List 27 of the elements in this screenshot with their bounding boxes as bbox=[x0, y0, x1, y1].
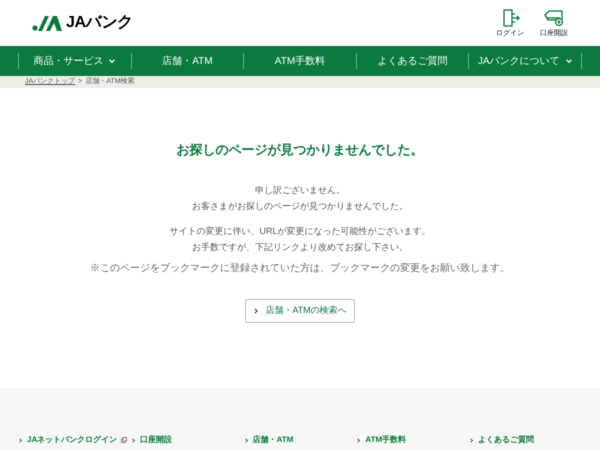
footer-link[interactable]: 口座開設 bbox=[130, 434, 244, 446]
nav-link[interactable]: JAバンクについて bbox=[468, 53, 582, 69]
logo-mark-icon bbox=[32, 15, 62, 31]
footer-link[interactable]: ATM手数料 bbox=[356, 434, 470, 446]
card-plus-icon bbox=[544, 8, 564, 26]
nav-link[interactable]: 商品・サービス bbox=[18, 53, 131, 69]
chevron-right-icon bbox=[244, 438, 249, 442]
chevron-down-icon bbox=[108, 57, 116, 65]
footer-link[interactable]: JAネットバンクログイン bbox=[18, 434, 131, 446]
footer-link[interactable]: よくあるご質問 bbox=[469, 434, 582, 446]
chevron-down-icon bbox=[564, 57, 572, 65]
message-text: サイトの変更に伴い、URLが変更になった可能性がございます。 お手数ですが、下記リンクより改めてお探し下さい。 bbox=[169, 224, 430, 254]
message-text: 申し訳ございません。 お客さまがお探しのページが見つかりませんでした。 bbox=[192, 184, 408, 212]
page-heading: お探しのページが見つかりませんでした。 bbox=[176, 141, 424, 159]
store-search-button[interactable]: 店舗・ATMの検索へ bbox=[245, 298, 355, 322]
nav-link[interactable]: よくあるご質問 bbox=[356, 53, 468, 69]
chevron-right-icon bbox=[130, 438, 136, 442]
chevron-right-icon bbox=[18, 438, 23, 442]
logo-text[interactable]: JAバンク bbox=[66, 11, 132, 35]
chevron-right-icon bbox=[469, 438, 474, 442]
chevron-right-icon bbox=[356, 438, 362, 442]
footer-link[interactable]: 店舗・ATM bbox=[244, 434, 356, 446]
bookmark-note: ※このページをブックマークに登録されていた方は、ブックマークの変更をお願い致します。 bbox=[89, 262, 511, 274]
nav-link[interactable]: ATM手数料 bbox=[243, 53, 356, 69]
external-link-icon bbox=[121, 437, 128, 443]
chevron-right-icon bbox=[253, 308, 260, 314]
nav-link[interactable]: 店舗・ATM bbox=[130, 53, 244, 69]
